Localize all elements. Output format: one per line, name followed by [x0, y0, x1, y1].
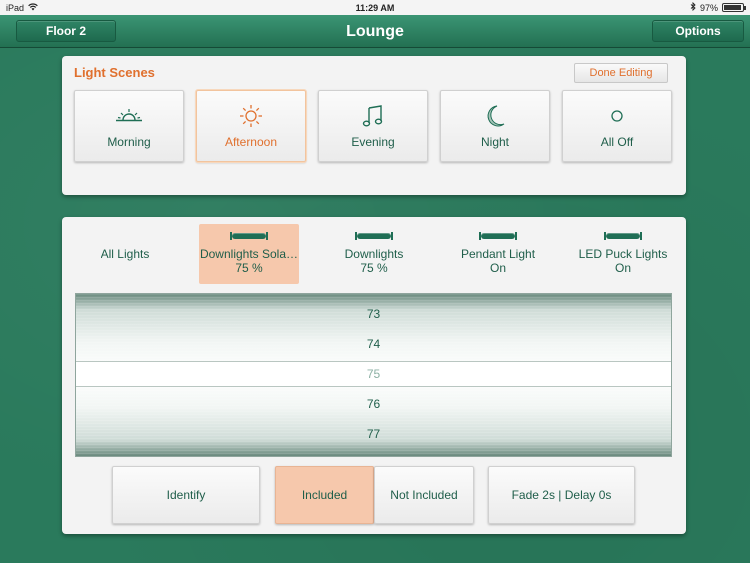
light-bar-icon: [355, 232, 393, 240]
wifi-icon: [28, 2, 38, 13]
sunrise-icon: [114, 103, 144, 129]
navigation-bar: Floor 2 Lounge Options: [0, 15, 750, 48]
light-name: Downlights Sola…: [199, 247, 299, 261]
light-tab-pendant-light[interactable]: Pendant Light On: [448, 224, 548, 284]
picker-option[interactable]: 73: [76, 299, 671, 329]
light-bar-icon: [604, 232, 642, 240]
light-name: Pendant Light: [460, 247, 536, 261]
scene-night-button[interactable]: Night: [440, 90, 550, 162]
battery-percent: 97%: [699, 2, 718, 13]
scene-all-off-button[interactable]: All Off: [562, 90, 672, 162]
light-level: On: [614, 261, 631, 275]
clock: 11:29 AM: [355, 2, 395, 13]
lights-panel: All Lights Downlights Sola… 75 % Downlig…: [62, 217, 686, 534]
light-selector: All Lights Downlights Sola… 75 % Downlig…: [62, 224, 686, 284]
circle-icon: [610, 103, 624, 129]
status-bar: iPad 11:29 AM 97%: [0, 0, 750, 15]
light-tab-all-lights[interactable]: All Lights: [75, 224, 175, 284]
light-tab-led-puck-lights[interactable]: LED Puck Lights On: [573, 224, 673, 284]
scene-label: Night: [480, 135, 509, 149]
battery-icon: [722, 3, 746, 12]
identify-button[interactable]: Identify: [112, 466, 260, 524]
level-picker[interactable]: 73 74 75 76 77: [75, 293, 672, 457]
picker-option[interactable]: 77: [76, 419, 671, 449]
included-button[interactable]: Included: [275, 466, 374, 524]
light-level: 75 %: [235, 261, 263, 275]
not-included-button[interactable]: Not Included: [374, 466, 474, 524]
light-tab-downlights-solar[interactable]: Downlights Sola… 75 %: [199, 224, 299, 284]
bluetooth-icon: [690, 1, 696, 13]
device-name: iPad: [6, 2, 25, 13]
picker-option[interactable]: 74: [76, 329, 671, 359]
scene-label: Morning: [107, 135, 151, 149]
options-button[interactable]: Options: [652, 20, 744, 42]
light-actions: Identify Included Not Included Fade 2s |…: [62, 466, 686, 524]
scene-label: All Off: [600, 135, 634, 149]
picker-option-selected[interactable]: 75: [76, 359, 671, 389]
light-tab-downlights[interactable]: Downlights 75 %: [324, 224, 424, 284]
light-level: 75 %: [360, 261, 388, 275]
moon-icon: [484, 103, 506, 129]
light-scenes-title: Light Scenes: [74, 65, 155, 80]
light-name: Downlights: [344, 247, 404, 261]
sun-icon: [239, 103, 263, 129]
scene-morning-button[interactable]: Morning: [74, 90, 184, 162]
scene-afternoon-button[interactable]: Afternoon: [196, 90, 306, 162]
scene-buttons: Morning Afternoon Evening Night All Off: [74, 90, 672, 162]
music-note-icon: [362, 103, 384, 129]
light-bar-icon: [479, 232, 517, 240]
done-editing-button[interactable]: Done Editing: [574, 63, 668, 83]
scene-label: Evening: [351, 135, 395, 149]
light-name: LED Puck Lights: [578, 247, 668, 261]
scene-evening-button[interactable]: Evening: [318, 90, 428, 162]
fade-delay-button[interactable]: Fade 2s | Delay 0s: [488, 466, 635, 524]
picker-option[interactable]: 76: [76, 389, 671, 419]
light-scenes-panel: Light Scenes Done Editing Morning Aftern…: [62, 56, 686, 195]
light-name: All Lights: [100, 247, 150, 261]
light-level: On: [489, 261, 506, 275]
light-bar-icon: [230, 232, 268, 240]
page-title: Lounge: [346, 23, 404, 40]
scene-label: Afternoon: [224, 135, 278, 149]
